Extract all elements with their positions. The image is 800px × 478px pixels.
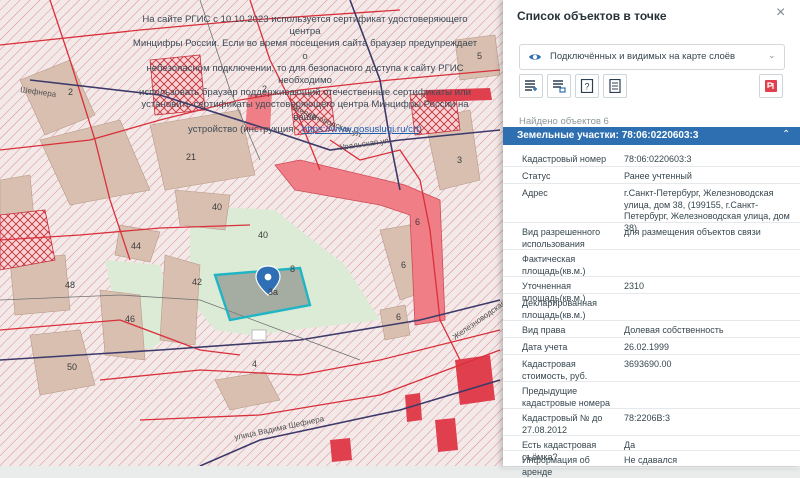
list-objects-button[interactable] <box>519 74 543 98</box>
building-number-label: 21 <box>186 152 196 162</box>
parcel-red <box>330 438 352 462</box>
attribute-value: 26.02.1999 <box>624 342 670 352</box>
list-tree-button[interactable] <box>547 74 571 98</box>
attribute-value: Да <box>624 440 636 450</box>
certificate-notice: На сайте РГИС с 10.10.2023 используется … <box>130 14 480 136</box>
list-tree-icon <box>553 80 566 93</box>
layers-select[interactable]: Подключённых и видимых на карте слоёв ⌄ <box>519 44 785 70</box>
building-number-label: 46 <box>125 314 135 324</box>
attribute-label: Кадастровая стоимость, руб. <box>522 359 588 381</box>
attribute-row: Кадастровая стоимость, руб. 3693690.00 <box>503 355 800 382</box>
attribute-label: Декларированная площадь(кв.м.) <box>522 298 597 320</box>
building-number-label: 6 <box>401 260 406 270</box>
layers-eye-icon <box>529 54 541 60</box>
building-number-label: 48 <box>65 280 75 290</box>
building-number-label: 3а <box>268 287 278 297</box>
building <box>99 289 146 361</box>
found-count: Найдено объектов 6 <box>519 116 609 127</box>
building-number-label: 6 <box>415 217 420 227</box>
attribute-row: Информация об аренде Не сдавался <box>503 451 800 477</box>
building-number-label: 42 <box>192 277 202 287</box>
attribute-row: Фактическая площадь(кв.м.) <box>503 250 800 277</box>
notice-line: устройство (инструкция - https://www.gos… <box>130 124 480 136</box>
attribute-label: Кадастровый номер <box>522 154 607 164</box>
question-icon: ? <box>580 79 594 93</box>
notice-line: На сайте РГИС с 10.10.2023 используется … <box>142 14 468 38</box>
attribute-label: Вид разрешенного использования <box>522 227 601 249</box>
certificate-link[interactable]: https://www.gosuslugi.ru/crt <box>302 124 419 135</box>
attribute-label: Дата учета <box>522 342 568 352</box>
document-button[interactable] <box>603 74 627 98</box>
section-title: Земельные участки: 78:06:0220603:3 <box>517 130 699 141</box>
building-number-label: 40 <box>212 202 222 212</box>
parcel-red <box>435 418 458 452</box>
attribute-row: Кадастровый номер 78:06:0220603:3 <box>503 150 800 167</box>
chevron-down-icon: ⌄ <box>768 50 776 60</box>
attribute-value: 3693690.00 <box>624 359 672 369</box>
notice-line: использовать браузер поддерживающий отеч… <box>139 87 471 99</box>
building-number-label: 50 <box>67 362 77 372</box>
attribute-row: Адрес г.Санкт-Петербург, Железноводская у… <box>503 184 800 233</box>
attribute-value: Не сдавался <box>624 455 678 465</box>
notice-line: небезопасном подключении, то для безопас… <box>146 62 464 87</box>
document-icon <box>609 79 621 93</box>
notice-line: установить сертификаты удостоверяющего ц… <box>141 99 469 123</box>
svg-text:?: ? <box>584 82 589 92</box>
building-number-label: 8 <box>290 264 295 274</box>
help-button[interactable]: ? <box>575 74 599 98</box>
parcel-red <box>455 355 495 405</box>
attribute-label: Кадастровый № до 27.08.2012 <box>522 413 603 435</box>
notice-line-prefix: устройство (инструкция - <box>188 123 302 135</box>
building-number-label: 44 <box>131 241 141 251</box>
chevron-up-icon: ⌃ <box>782 129 791 140</box>
attribute-value: 78:06:0220603:3 <box>624 154 692 164</box>
section-header[interactable]: Земельные участки: 78:06:0220603:3 ⌃ <box>503 127 800 145</box>
panel-title: Список объектов в точке <box>517 9 667 23</box>
attribute-row: Вид разрешенного использования для размещ… <box>503 223 800 250</box>
objects-panel: Список объектов в точке × Подключённых и… <box>503 0 800 477</box>
attribute-value: для размещения объектов связи <box>624 227 761 237</box>
building-number-label: 2 <box>68 87 73 97</box>
attribute-label: Адрес <box>522 188 548 198</box>
building-number-label: 4 <box>252 359 257 369</box>
attribute-row: Уточненная площадь(кв.м.) 2310 <box>503 277 800 303</box>
layers-select-value: Подключённых и видимых на карте слоёв <box>550 51 736 62</box>
small-structure <box>251 329 267 341</box>
attribute-row: Предыдущие кадастровые номера <box>503 382 800 409</box>
notice-line: Минцифры России. Если во время посещения… <box>132 38 478 62</box>
attribute-row: Вид права Долевая собственность <box>503 321 800 338</box>
attribute-row: Есть кадастровая съёмка? Да <box>503 436 800 462</box>
attribute-row: Статус Ранее учтенный <box>503 167 800 184</box>
attribute-value: Ранее учтенный <box>624 171 692 181</box>
building-number-label: 40 <box>258 230 268 240</box>
attribute-label: Статус <box>522 171 551 181</box>
pdf-export-button[interactable] <box>759 74 783 98</box>
attribute-row: Кадастровый № до 27.08.2012 78:2206В:3 <box>503 409 800 436</box>
close-icon[interactable]: × <box>776 5 785 21</box>
attribute-label: Вид права <box>522 325 566 335</box>
building-number-label: 6 <box>396 312 401 322</box>
pdf-icon <box>765 80 777 92</box>
attribute-value: 2310 <box>624 281 645 291</box>
attribute-value: 78:2206В:3 <box>624 413 671 423</box>
attribute-label: Фактическая площадь(кв.м.) <box>522 254 586 276</box>
attribute-label: Информация об аренде <box>522 455 590 477</box>
attribute-label: Предыдущие кадастровые номера <box>522 386 610 408</box>
attribute-row: Дата учета 26.02.1999 <box>503 338 800 355</box>
list-add-icon <box>525 80 537 91</box>
building-number-label: 3 <box>457 155 462 165</box>
notice-line-suffix: ) <box>418 123 422 135</box>
attribute-row: Декларированная площадь(кв.м.) <box>503 294 800 321</box>
attribute-value: Долевая собственность <box>624 325 724 335</box>
